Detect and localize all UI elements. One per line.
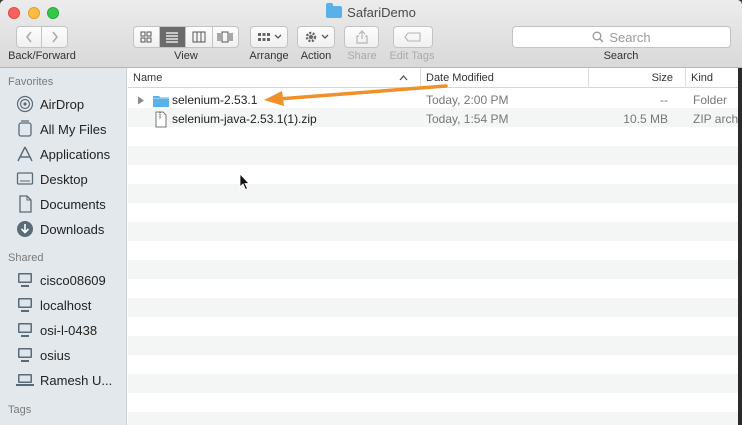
- icon-view-button[interactable]: [134, 27, 160, 47]
- mouse-cursor-icon: [239, 173, 250, 191]
- sidebar-item-label: Documents: [40, 196, 106, 212]
- window-edge: [738, 68, 742, 425]
- shared-heading: Shared: [8, 252, 44, 264]
- search-field[interactable]: Search: [512, 26, 731, 48]
- folder-icon: [153, 96, 169, 107]
- window-title: SafariDemo: [0, 3, 742, 20]
- sidebar-item-label: Ramesh U...: [40, 372, 113, 388]
- grid-icon: [140, 31, 152, 43]
- toolbar: SafariDemo Back/Forward View Arrange Act…: [0, 0, 742, 68]
- sidebar-item-all-my-files[interactable]: All My Files: [16, 119, 106, 139]
- file-kind: Folder: [693, 93, 728, 107]
- sidebar-item-ramesh[interactable]: Ramesh U...: [16, 370, 112, 390]
- edit-tags-button[interactable]: [393, 26, 433, 48]
- back-button[interactable]: [17, 27, 43, 47]
- computer-icon: [16, 321, 34, 339]
- sidebar-item-label: osius: [40, 347, 71, 363]
- sidebar-item-label: localhost: [40, 297, 92, 313]
- all-files-icon: [16, 120, 34, 138]
- sidebar: Favorites AirDrop All My Files Applicati…: [0, 68, 127, 425]
- window-title-text: SafariDemo: [347, 5, 416, 20]
- back-forward-label: Back/Forward: [8, 50, 76, 62]
- computer-icon: [16, 371, 34, 389]
- share-label: Share: [347, 50, 377, 62]
- sidebar-item-label: Desktop: [40, 171, 88, 187]
- downloads-icon: [16, 220, 34, 238]
- tags-heading: Tags: [8, 404, 32, 416]
- column-header-size[interactable]: Size: [588, 68, 685, 88]
- share-button[interactable]: [344, 26, 379, 48]
- file-size: 10.5 MB: [623, 112, 668, 126]
- zip-file-icon: [155, 111, 167, 128]
- chevron-down-icon: [321, 34, 328, 39]
- sidebar-item-osius[interactable]: osius: [16, 345, 70, 365]
- forward-button[interactable]: [42, 27, 67, 47]
- columns-icon: [192, 31, 206, 43]
- tag-icon: [404, 32, 421, 42]
- applications-icon: [16, 145, 34, 163]
- favorites-heading: Favorites: [8, 76, 54, 88]
- column-header-kind-label: Kind: [691, 72, 714, 84]
- column-view-button[interactable]: [186, 27, 213, 47]
- chevron-right-icon: [51, 31, 58, 43]
- search-icon: [592, 31, 604, 43]
- arrange-grid-icon: [257, 33, 270, 41]
- cover-flow-button[interactable]: [213, 27, 239, 47]
- folder-icon: [326, 3, 343, 18]
- arrange-label: Arrange: [249, 50, 289, 62]
- sidebar-item-downloads[interactable]: Downloads: [16, 219, 104, 239]
- sidebar-item-label: cisco08609: [40, 272, 106, 288]
- action-button[interactable]: [297, 26, 335, 48]
- chevron-left-icon: [25, 31, 32, 43]
- edit-tags-label: Edit Tags: [389, 50, 435, 62]
- sort-ascending-icon: [399, 75, 408, 81]
- action-label: Action: [300, 50, 332, 62]
- search-placeholder: Search: [609, 29, 651, 45]
- list-background: [128, 89, 742, 425]
- sidebar-item-label: Downloads: [40, 221, 105, 237]
- annotation-arrow-icon: [264, 84, 448, 106]
- share-icon: [355, 30, 368, 44]
- cover-flow-icon: [217, 31, 233, 43]
- view-label: View: [174, 50, 198, 62]
- column-header-size-label: Size: [651, 72, 673, 84]
- back-forward-control: [16, 26, 68, 48]
- computer-icon: [16, 296, 34, 314]
- gear-icon: [305, 31, 316, 43]
- sidebar-item-osi-l-0438[interactable]: osi-l-0438: [16, 320, 97, 340]
- file-list: Name Date Modified Size Kind selenium-2.…: [128, 68, 742, 425]
- desktop-icon: [16, 170, 34, 188]
- sidebar-item-label: All My Files: [40, 121, 107, 137]
- sidebar-item-applications[interactable]: Applications: [16, 144, 110, 164]
- file-size: --: [660, 93, 668, 107]
- documents-icon: [16, 195, 34, 213]
- list-view-button[interactable]: [159, 27, 187, 47]
- computer-icon: [16, 271, 34, 289]
- sidebar-item-localhost[interactable]: localhost: [16, 295, 91, 315]
- sidebar-item-cisco08609[interactable]: cisco08609: [16, 270, 106, 290]
- sidebar-item-label: Applications: [40, 146, 111, 162]
- search-label: Search: [603, 50, 639, 62]
- sidebar-item-label: AirDrop: [40, 96, 85, 112]
- finder-window: SafariDemo Back/Forward View Arrange Act…: [0, 0, 742, 425]
- list-icon: [166, 32, 179, 43]
- sidebar-item-documents[interactable]: Documents: [16, 194, 106, 214]
- arrange-button[interactable]: [250, 26, 288, 48]
- column-header-kind[interactable]: Kind: [685, 68, 742, 88]
- computer-icon: [16, 346, 34, 364]
- file-kind: ZIP arch: [693, 112, 739, 126]
- sidebar-item-airdrop[interactable]: AirDrop: [16, 94, 84, 114]
- sidebar-item-desktop[interactable]: Desktop: [16, 169, 88, 189]
- column-header-name-label: Name: [133, 72, 163, 84]
- chevron-down-icon: [274, 34, 281, 39]
- disclosure-triangle-icon[interactable]: [137, 91, 145, 110]
- file-name: selenium-2.53.1: [172, 93, 258, 107]
- sidebar-item-label: osi-l-0438: [40, 322, 98, 338]
- airdrop-icon: [16, 95, 34, 113]
- view-switcher: [133, 26, 239, 48]
